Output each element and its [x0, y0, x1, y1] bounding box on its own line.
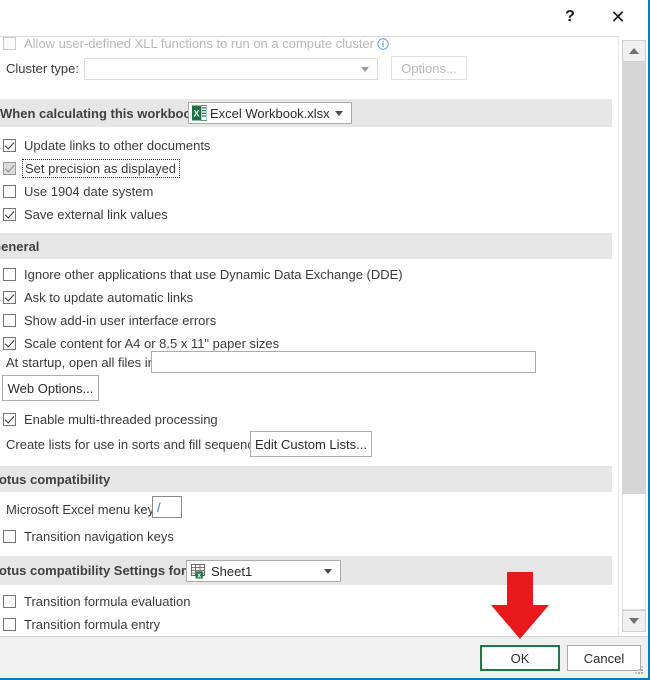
scroll-up-arrow-icon: [629, 48, 639, 54]
scale-content-paper-label: Scale content for A4 or 8.5 x 11" paper …: [24, 336, 280, 351]
allow-xll-checkbox[interactable]: [3, 37, 16, 50]
calculation-options-group: Update links to other documents Set prec…: [3, 134, 210, 226]
save-external-link-values-checkbox[interactable]: [3, 208, 16, 221]
options-scroll-viewport: Allow user-defined XLL functions to run …: [0, 36, 618, 637]
workbook-combobox[interactable]: X Excel Workbook.xlsx: [188, 102, 352, 124]
startup-folder-input[interactable]: [151, 351, 536, 373]
transition-formula-evaluation-checkbox[interactable]: [3, 595, 16, 608]
show-addin-errors-checkbox-row[interactable]: Show add-in user interface errors: [3, 309, 403, 332]
custom-lists-row: Create lists for use in sorts and fill s…: [6, 431, 606, 457]
edit-custom-lists-button[interactable]: Edit Custom Lists...: [250, 431, 372, 457]
ignore-dde-checkbox-row[interactable]: Ignore other applications that use Dynam…: [3, 263, 403, 286]
ignore-dde-label: Ignore other applications that use Dynam…: [24, 267, 403, 282]
scroll-up-button[interactable]: [622, 40, 646, 62]
web-options-label: Web Options...: [7, 380, 94, 396]
scroll-down-arrow-icon: [629, 618, 639, 624]
transition-formula-entry-checkbox-row[interactable]: Transition formula entry: [3, 613, 190, 636]
help-button[interactable]: ?: [548, 0, 592, 34]
excel-menu-key-input[interactable]: /: [152, 496, 182, 518]
multithreaded-processing-checkbox-row[interactable]: Enable multi-threaded processing: [3, 408, 218, 431]
set-precision-checkbox[interactable]: [3, 162, 16, 175]
date-system-1904-checkbox-row[interactable]: Use 1904 date system: [3, 180, 210, 203]
chevron-down-icon: [324, 569, 332, 574]
date-system-1904-label: Use 1904 date system: [24, 184, 154, 199]
title-bar: ? ✕: [0, 0, 648, 37]
transition-formula-group: Transition formula evaluation Transition…: [3, 590, 190, 636]
lotus-settings-for-label: Lotus compatibility Settings for:: [0, 563, 191, 578]
red-down-arrow-annotation: [491, 572, 549, 639]
update-links-label: Update links to other documents: [24, 138, 211, 153]
transition-formula-entry-checkbox[interactable]: [3, 618, 16, 631]
resize-grip-icon[interactable]: [634, 665, 644, 675]
cluster-options-button[interactable]: Options...: [391, 56, 467, 80]
lotus-section-bar: Lotus compatibility: [0, 466, 612, 492]
transition-navigation-keys-checkbox-row[interactable]: Transition navigation keys: [3, 525, 174, 548]
custom-lists-label: Create lists for use in sorts and fill s…: [6, 437, 272, 452]
cluster-options-label: Options...: [401, 60, 457, 76]
excel-menu-key-value: /: [157, 499, 161, 515]
cancel-button[interactable]: Cancel: [567, 645, 641, 671]
vertical-scrollbar[interactable]: [618, 36, 648, 636]
svg-text:X: X: [193, 109, 199, 119]
info-icon: [377, 37, 389, 50]
multithreaded-processing-checkbox[interactable]: [3, 413, 16, 426]
transition-formula-evaluation-label: Transition formula evaluation: [24, 594, 191, 609]
svg-text:x: x: [197, 572, 201, 579]
startup-folder-row: At startup, open all files in:: [6, 351, 606, 373]
chevron-down-icon: [335, 111, 343, 116]
ask-update-automatic-links-label: Ask to update automatic links: [24, 290, 194, 305]
show-addin-errors-label: Show add-in user interface errors: [24, 313, 217, 328]
dialog-footer: OK Cancel: [0, 636, 648, 678]
sheet-combobox[interactable]: x Sheet1: [186, 560, 341, 582]
transition-formula-entry-label: Transition formula entry: [24, 617, 161, 632]
web-options-button[interactable]: Web Options...: [2, 375, 99, 401]
allow-xll-label: Allow user-defined XLL functions to run …: [24, 36, 374, 51]
close-button[interactable]: ✕: [596, 0, 640, 34]
help-icon: ?: [565, 8, 575, 25]
edit-custom-lists-label: Edit Custom Lists...: [255, 436, 367, 452]
ok-button-label: OK: [510, 650, 530, 666]
transition-navigation-keys-label: Transition navigation keys: [24, 529, 174, 544]
scrollbar-thumb[interactable]: [622, 62, 646, 494]
when-calculating-bar: When calculating this workbook: X Excel …: [0, 99, 612, 127]
lotus-section-title: Lotus compatibility: [0, 471, 111, 487]
excel-menu-key-label: Microsoft Excel menu key:: [6, 502, 158, 517]
general-options-group: Ignore other applications that use Dynam…: [3, 263, 403, 355]
update-links-checkbox-row[interactable]: Update links to other documents: [3, 134, 210, 157]
set-precision-checkbox-row[interactable]: Set precision as displayed: [3, 157, 210, 180]
cancel-button-label: Cancel: [583, 650, 625, 666]
cluster-type-row: Cluster type: Options...: [6, 56, 606, 80]
transition-formula-evaluation-checkbox-row[interactable]: Transition formula evaluation: [3, 590, 190, 613]
scale-content-paper-checkbox[interactable]: [3, 337, 16, 350]
show-addin-errors-checkbox[interactable]: [3, 314, 16, 327]
cluster-type-label: Cluster type:: [6, 61, 79, 76]
close-icon: ✕: [610, 7, 626, 27]
multithreaded-processing-label: Enable multi-threaded processing: [24, 412, 218, 427]
worksheet-icon: x: [191, 563, 205, 579]
ignore-dde-checkbox[interactable]: [3, 268, 16, 281]
general-section-title: General: [0, 238, 40, 254]
chevron-down-icon: [361, 67, 369, 72]
ask-update-automatic-links-checkbox-row[interactable]: Ask to update automatic links: [3, 286, 403, 309]
scroll-down-button[interactable]: [622, 610, 646, 632]
excel-workbook-icon: X: [192, 105, 207, 121]
transition-navigation-keys-checkbox[interactable]: [3, 530, 16, 543]
date-system-1904-checkbox[interactable]: [3, 185, 16, 198]
startup-folder-label: At startup, open all files in:: [6, 355, 159, 370]
workbook-value: Excel Workbook.xlsx: [210, 105, 330, 121]
ok-button[interactable]: OK: [480, 645, 560, 671]
update-links-checkbox[interactable]: [3, 139, 16, 152]
general-section-bar: General: [0, 233, 612, 259]
ask-update-automatic-links-checkbox[interactable]: [3, 291, 16, 304]
sheet-value: Sheet1: [211, 563, 253, 579]
excel-menu-key-row: Microsoft Excel menu key: /: [6, 496, 606, 519]
save-external-link-values-label: Save external link values: [24, 207, 168, 222]
when-calculating-label: When calculating this workbook:: [0, 105, 203, 121]
excel-options-dialog: ? ✕ Allow user-defined XLL functions to …: [0, 0, 650, 680]
save-external-link-values-checkbox-row[interactable]: Save external link values: [3, 203, 210, 226]
allow-xll-compute-cluster-checkbox-row[interactable]: Allow user-defined XLL functions to run …: [3, 36, 389, 55]
cluster-type-combobox[interactable]: [84, 58, 378, 80]
set-precision-label: Set precision as displayed: [21, 159, 181, 178]
